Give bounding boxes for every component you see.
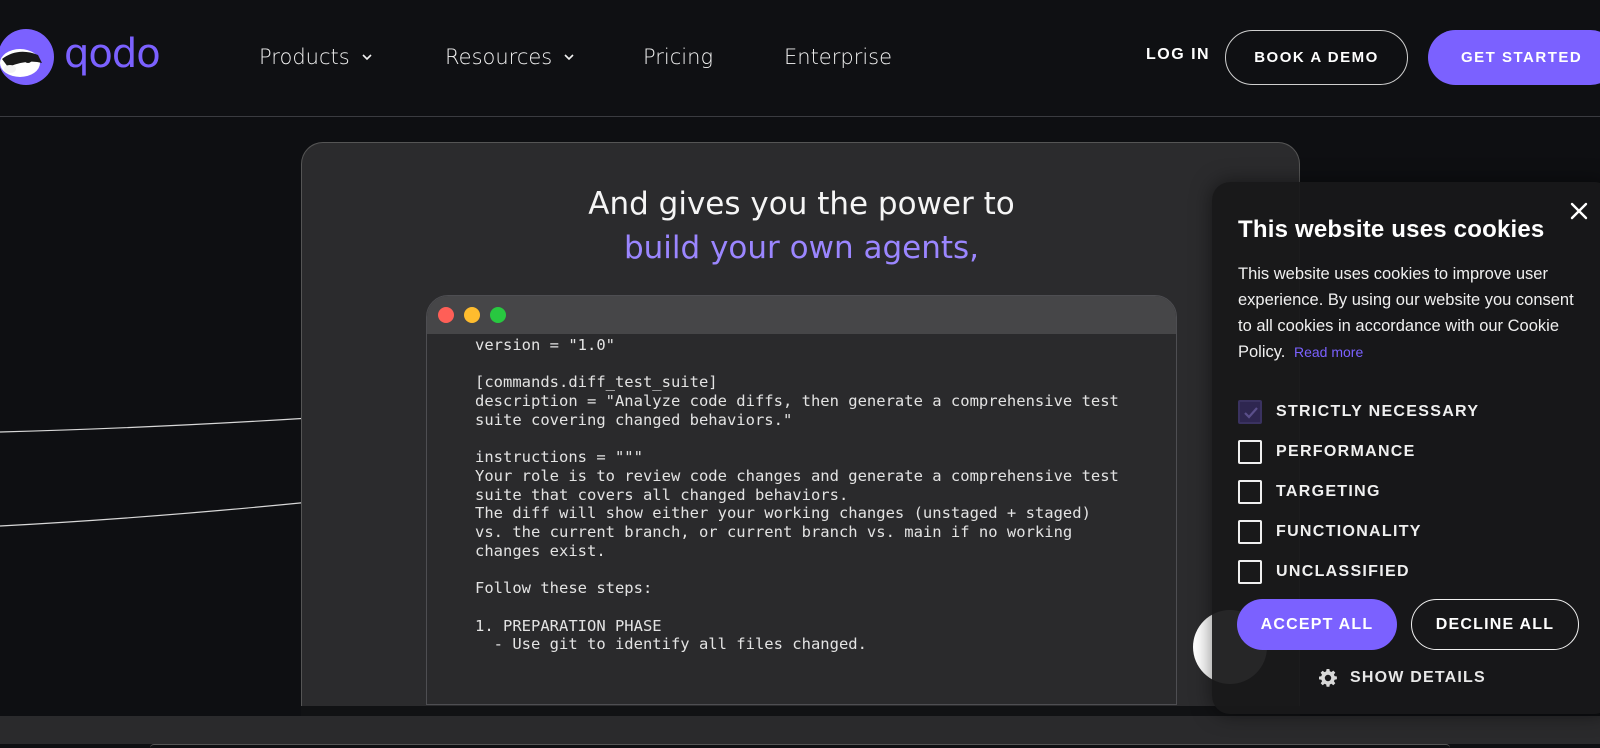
- code-line: Follow these steps:: [475, 579, 653, 598]
- window-close-dot: [438, 307, 454, 323]
- option-targeting[interactable]: TARGETING: [1238, 472, 1479, 512]
- show-details-label: SHOW DETAILS: [1350, 669, 1486, 686]
- option-unclassified[interactable]: UNCLASSIFIED: [1238, 552, 1479, 592]
- card-bottom-bar: [301, 706, 1300, 716]
- nav-products-label: Products: [259, 45, 350, 69]
- code-line: suite that covers all changed behaviors.: [475, 485, 849, 504]
- gear-icon: [1319, 669, 1337, 687]
- nav-resources-label: Resources: [445, 45, 553, 69]
- brand-name: qodo: [64, 31, 161, 77]
- chevron-down-icon: [362, 54, 372, 61]
- code-line: 1. PREPARATION PHASE: [475, 616, 662, 635]
- checkbox-functionality[interactable]: [1238, 520, 1262, 544]
- nav-enterprise[interactable]: Enterprise: [784, 42, 892, 72]
- option-label: UNCLASSIFIED: [1276, 563, 1410, 580]
- cookie-options: STRICTLY NECESSARY PERFORMANCE TARGETING…: [1238, 392, 1479, 592]
- code-line: version = "1.0": [475, 336, 615, 354]
- window-maximize-dot: [490, 307, 506, 323]
- section-divider: [0, 716, 1600, 744]
- next-section-edge: [150, 744, 1450, 748]
- decline-all-button[interactable]: DECLINE ALL: [1411, 599, 1579, 650]
- feature-heading: And gives you the power to build your ow…: [302, 182, 1301, 270]
- nav-resources[interactable]: Resources: [445, 42, 574, 72]
- site-header: qodo Products Resources Pricing Enterpri…: [0, 0, 1600, 117]
- feature-card: And gives you the power to build your ow…: [301, 142, 1300, 716]
- option-label: PERFORMANCE: [1276, 443, 1416, 460]
- code-line: vs. the current branch, or current branc…: [475, 523, 1073, 542]
- show-details-toggle[interactable]: SHOW DETAILS: [1318, 668, 1486, 688]
- close-icon[interactable]: [1567, 199, 1591, 223]
- code-line: suite covering changed behaviors.": [475, 410, 793, 429]
- heading-line-1: And gives you the power to: [588, 186, 1015, 222]
- nav-products[interactable]: Products: [259, 42, 372, 72]
- option-performance[interactable]: PERFORMANCE: [1238, 432, 1479, 472]
- check-icon: [1244, 407, 1258, 419]
- book-demo-button[interactable]: BOOK A DEMO: [1225, 30, 1408, 85]
- code-line: Your role is to review code changes and …: [475, 466, 1119, 485]
- code-line: [commands.diff_test_suite]: [475, 373, 718, 392]
- nav-pricing[interactable]: Pricing: [643, 42, 713, 72]
- option-label: TARGETING: [1276, 483, 1381, 500]
- heading-line-2: build your own agents,: [623, 230, 980, 266]
- code-line: changes exist.: [475, 541, 606, 560]
- option-functionality[interactable]: FUNCTIONALITY: [1238, 512, 1479, 552]
- window-minimize-dot: [464, 307, 480, 323]
- checkbox-targeting[interactable]: [1238, 480, 1262, 504]
- code-block: version = "1.0" [commands.diff_test_suit…: [475, 336, 1119, 654]
- nav-pricing-label: Pricing: [643, 45, 714, 69]
- window-titlebar: [427, 296, 1176, 334]
- cookie-title: This website uses cookies: [1238, 216, 1545, 243]
- chevron-down-icon: [564, 54, 574, 61]
- option-label: STRICTLY NECESSARY: [1276, 403, 1480, 420]
- code-line: - Use git to identify all files changed.: [475, 635, 867, 654]
- code-line: instructions = """: [475, 448, 643, 467]
- code-line: The diff will show either your working c…: [475, 504, 1091, 523]
- decorative-lines: [0, 417, 310, 527]
- checkbox-unclassified[interactable]: [1238, 560, 1262, 584]
- get-started-button[interactable]: GET STARTED: [1428, 30, 1600, 85]
- cookie-description: This website uses cookies to improve use…: [1238, 261, 1590, 365]
- logo-mascot-icon: [0, 29, 54, 85]
- option-strictly-necessary[interactable]: STRICTLY NECESSARY: [1238, 392, 1479, 432]
- nav-enterprise-label: Enterprise: [784, 45, 893, 69]
- cookie-description-text: This website uses cookies to improve use…: [1238, 265, 1574, 361]
- code-window: version = "1.0" [commands.diff_test_suit…: [426, 295, 1177, 705]
- login-link[interactable]: LOG IN: [1146, 46, 1210, 64]
- checkbox-strictly-necessary[interactable]: [1238, 400, 1262, 424]
- page: qodo Products Resources Pricing Enterpri…: [0, 0, 1600, 748]
- checkbox-performance[interactable]: [1238, 440, 1262, 464]
- qodo-logo[interactable]: qodo: [0, 29, 161, 85]
- accept-all-button[interactable]: ACCEPT ALL: [1237, 599, 1397, 650]
- read-more-link[interactable]: Read more: [1294, 344, 1363, 360]
- cookie-consent-dialog: This website uses cookies This website u…: [1212, 182, 1600, 714]
- code-line: description = "Analyze code diffs, then …: [475, 392, 1119, 411]
- option-label: FUNCTIONALITY: [1276, 523, 1422, 540]
